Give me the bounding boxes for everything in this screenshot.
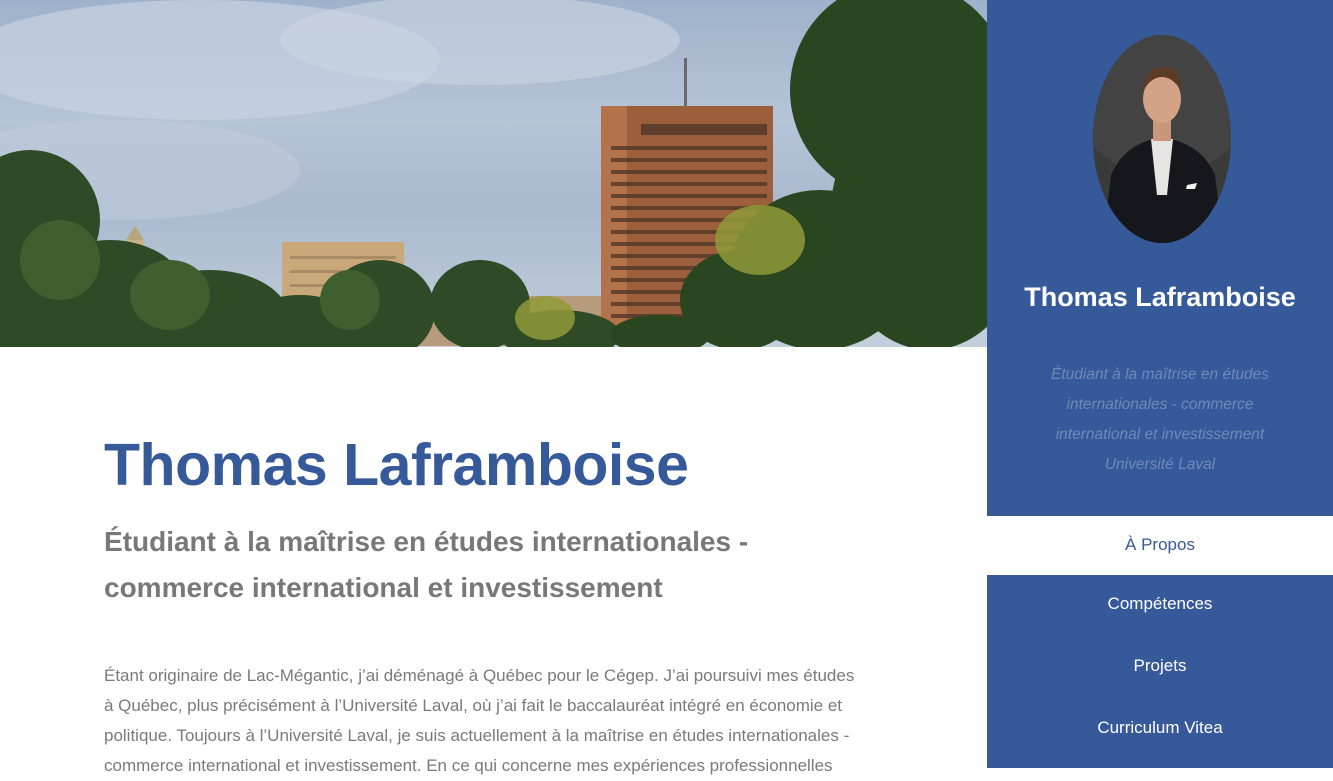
page-subtitle: Étudiant à la maîtrise en études interna…: [104, 526, 749, 603]
page-title: Thomas Laframboise: [104, 432, 689, 498]
nav-item-competences[interactable]: Compétences: [987, 575, 1333, 637]
avatar: [1093, 35, 1231, 243]
profile-photo: [1093, 35, 1231, 243]
nav-item-curriculum-vitea[interactable]: Curriculum Vitea: [987, 699, 1333, 761]
skyline-illustration: [0, 0, 987, 347]
sidebar: Thomas Laframboise Étudiant à la maîtris…: [987, 0, 1333, 768]
nav-item-a-propos[interactable]: À Propos: [987, 516, 1333, 575]
sidebar-name: Thomas Laframboise: [1024, 282, 1296, 312]
sidebar-nav: À Propos Compétences Projets Curriculum …: [987, 516, 1333, 761]
hero-banner-image: [0, 0, 987, 347]
sidebar-tagline: Étudiant à la maîtrise en études interna…: [1051, 366, 1269, 473]
bio-paragraph: Étant originaire de Lac-Mégantic, j’ai d…: [104, 666, 855, 775]
nav-item-projets[interactable]: Projets: [987, 637, 1333, 699]
